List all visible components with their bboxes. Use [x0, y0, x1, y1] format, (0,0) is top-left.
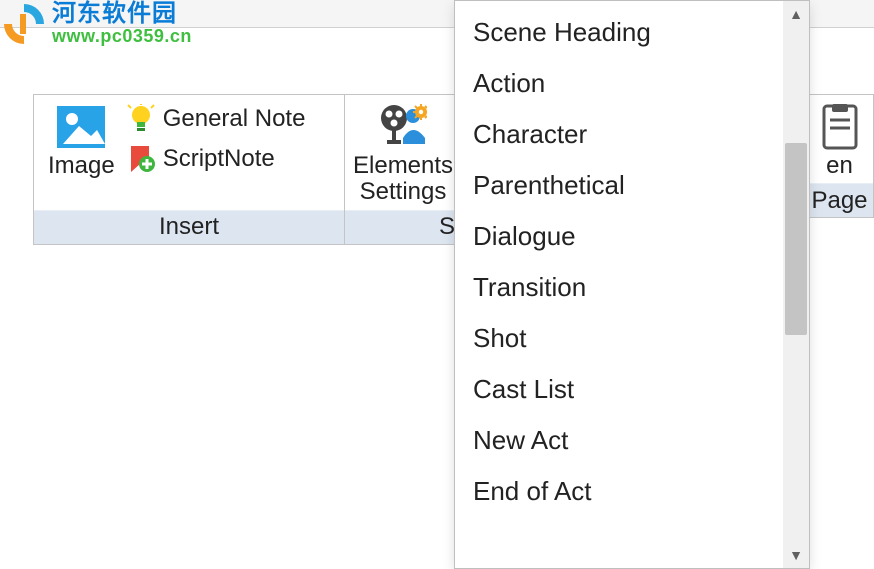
scroll-track[interactable]	[783, 27, 809, 542]
bookmark-plus-icon	[125, 143, 157, 175]
scroll-down-icon[interactable]: ▼	[783, 542, 809, 568]
ribbon-group-page: en Page	[806, 94, 874, 218]
general-note-label: General Note	[163, 105, 306, 133]
watermark-title: 河东软件园	[52, 1, 192, 27]
elements-settings-icon	[379, 103, 427, 151]
dropdown-list: Scene Heading Action Character Parenthet…	[455, 1, 809, 523]
dropdown-item-dialogue[interactable]: Dialogue	[455, 211, 809, 262]
elements-settings-label-l1: Elements	[353, 152, 453, 179]
ribbon-group-insert-label: Insert	[34, 210, 344, 244]
ribbon-group-insert: Image General Note	[33, 94, 345, 245]
watermark: 河东软件园 www.pc0359.cn	[0, 0, 192, 48]
dropdown-item-new-act[interactable]: New Act	[455, 415, 809, 466]
ribbon-group-settings: Elements Settings S	[345, 94, 456, 245]
image-icon	[57, 103, 105, 151]
dropdown-item-character[interactable]: Character	[455, 109, 809, 160]
ribbon-group-settings-label: S	[345, 210, 455, 244]
element-type-dropdown: Scene Heading Action Character Parenthet…	[454, 0, 810, 569]
script-note-button[interactable]: ScriptNote	[121, 143, 310, 175]
image-button[interactable]: Image	[42, 101, 121, 179]
ribbon: Image General Note	[33, 94, 456, 245]
scroll-up-icon[interactable]: ▲	[783, 1, 809, 27]
watermark-url: www.pc0359.cn	[52, 27, 192, 47]
lightbulb-icon	[125, 103, 157, 135]
page-icon	[816, 103, 864, 151]
page-button-label: en	[826, 153, 853, 179]
watermark-logo-icon	[0, 0, 48, 48]
ribbon-group-page-label: Page	[806, 183, 873, 217]
dropdown-item-end-of-act[interactable]: End of Act	[455, 466, 809, 517]
general-note-button[interactable]: General Note	[121, 103, 310, 135]
scroll-thumb[interactable]	[785, 143, 807, 335]
dropdown-item-shot[interactable]: Shot	[455, 313, 809, 364]
image-button-label: Image	[48, 153, 115, 179]
script-note-label: ScriptNote	[163, 145, 275, 173]
dropdown-item-action[interactable]: Action	[455, 58, 809, 109]
elements-settings-label-l2: Settings	[360, 178, 447, 205]
dropdown-item-parenthetical[interactable]: Parenthetical	[455, 160, 809, 211]
dropdown-scrollbar[interactable]: ▲ ▼	[783, 1, 809, 568]
elements-settings-button[interactable]: Elements Settings	[347, 101, 459, 206]
dropdown-item-transition[interactable]: Transition	[455, 262, 809, 313]
dropdown-item-scene-heading[interactable]: Scene Heading	[455, 7, 809, 58]
dropdown-item-cast-list[interactable]: Cast List	[455, 364, 809, 415]
page-button[interactable]: en	[810, 101, 870, 179]
